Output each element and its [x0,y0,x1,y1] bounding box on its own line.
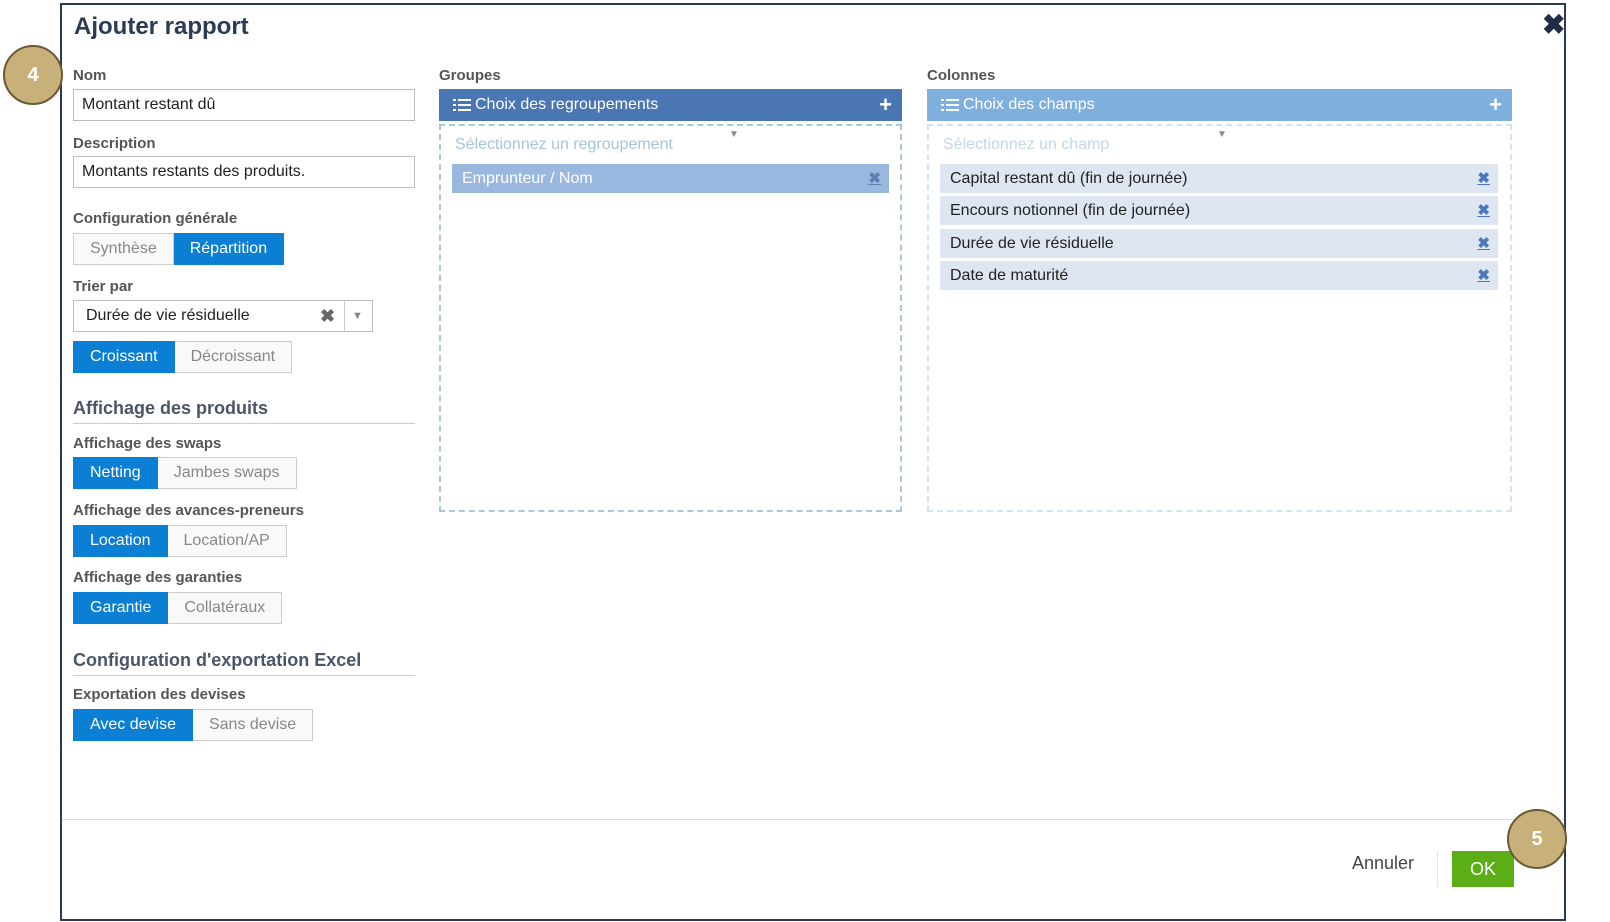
excel-section-title: Configuration d'exportation Excel [73,650,415,676]
column-item[interactable]: Durée de vie résiduelle ✖ [940,229,1498,258]
cancel-button[interactable]: Annuler [1352,853,1414,874]
nom-label: Nom [73,67,107,84]
close-icon[interactable]: ✖ [1542,11,1565,39]
group-item-label: Emprunteur / Nom [462,170,593,187]
collateraux-option[interactable]: Collatéraux [168,592,283,624]
description-input[interactable]: Montants restants des produits. [73,156,415,188]
sans-devise-option[interactable]: Sans devise [192,709,314,741]
callout-4: 4 [3,45,63,105]
location-option[interactable]: Location [73,525,168,557]
order-toggle: Croissant Décroissant [73,341,293,373]
list-icon [453,98,471,111]
footer-divider [62,819,1564,820]
clear-icon[interactable]: ✖ [320,301,335,331]
columns-header: Choix des champs + [927,89,1512,121]
remove-icon[interactable]: ✖ [1477,261,1490,290]
remove-icon[interactable]: ✖ [1477,229,1490,258]
devises-toggle: Avec devise Sans devise [73,709,314,741]
list-icon [941,98,959,111]
column-item-label: Date de maturité [950,267,1069,284]
config-toggle: Synthèse Répartition [73,233,285,265]
nom-input[interactable]: Montant restant dû [73,89,415,121]
caret-down-icon[interactable]: ▼ [1217,129,1227,140]
devises-label: Exportation des devises [73,686,246,703]
remove-icon[interactable]: ✖ [868,164,881,193]
netting-option[interactable]: Netting [73,457,158,489]
croissant-option[interactable]: Croissant [73,341,175,373]
config-label: Configuration générale [73,210,238,227]
avec-devise-option[interactable]: Avec devise [73,709,193,741]
add-report-dialog: Ajouter rapport ✖ Nom Montant restant dû… [60,3,1566,921]
description-label: Description [73,135,156,152]
callout-5: 5 [1507,809,1567,869]
sort-select[interactable]: Durée de vie résiduelle ✖ ▼ [73,300,373,332]
column-item[interactable]: Capital restant dû (fin de journée) ✖ [940,164,1498,193]
columns-placeholder[interactable]: Sélectionnez un champ [943,136,1109,154]
groups-label: Groupes [439,67,501,84]
garanties-toggle: Garantie Collatéraux [73,592,283,624]
sort-label: Trier par [73,278,134,295]
synthese-option[interactable]: Synthèse [73,233,174,265]
column-item-label: Capital restant dû (fin de journée) [950,170,1188,187]
garantie-option[interactable]: Garantie [73,592,169,624]
repartition-option[interactable]: Répartition [173,233,285,265]
columns-header-label: Choix des champs [963,96,1095,113]
group-item[interactable]: Emprunteur / Nom ✖ [452,164,889,193]
column-item[interactable]: Date de maturité ✖ [940,261,1498,290]
dialog-title: Ajouter rapport [74,13,249,40]
column-item-label: Encours notionnel (fin de journée) [950,202,1191,219]
products-section-title: Affichage des produits [73,398,415,424]
decroissant-option[interactable]: Décroissant [174,341,293,373]
remove-icon[interactable]: ✖ [1477,164,1490,193]
groups-header-label: Choix des regroupements [475,96,659,113]
swaps-toggle: Netting Jambes swaps [73,457,297,489]
caret-down-icon[interactable]: ▼ [729,129,739,140]
sort-value: Durée de vie résiduelle [86,307,250,324]
groups-header: Choix des regroupements + [439,89,902,121]
groups-dropzone[interactable]: Sélectionnez un regroupement ▼ Emprunteu… [439,124,902,512]
swaps-label: Affichage des swaps [73,435,222,452]
add-column-icon[interactable]: + [1489,89,1502,121]
column-item-label: Durée de vie résiduelle [950,235,1114,252]
columns-label: Colonnes [927,67,996,84]
remove-icon[interactable]: ✖ [1477,196,1490,225]
chevron-down-icon[interactable]: ▼ [352,301,363,331]
avances-label: Affichage des avances-preneurs [73,502,304,519]
select-divider [344,301,345,331]
garanties-label: Affichage des garanties [73,569,243,586]
columns-dropzone[interactable]: Sélectionnez un champ ▼ Capital restant … [927,124,1512,512]
location-ap-option[interactable]: Location/AP [167,525,287,557]
avances-toggle: Location Location/AP [73,525,287,557]
ok-button[interactable]: OK [1452,851,1514,887]
add-group-icon[interactable]: + [879,89,892,121]
groups-placeholder[interactable]: Sélectionnez un regroupement [455,136,673,154]
jambes-swaps-option[interactable]: Jambes swaps [157,457,297,489]
footer-button-divider [1437,851,1438,887]
column-item[interactable]: Encours notionnel (fin de journée) ✖ [940,196,1498,225]
